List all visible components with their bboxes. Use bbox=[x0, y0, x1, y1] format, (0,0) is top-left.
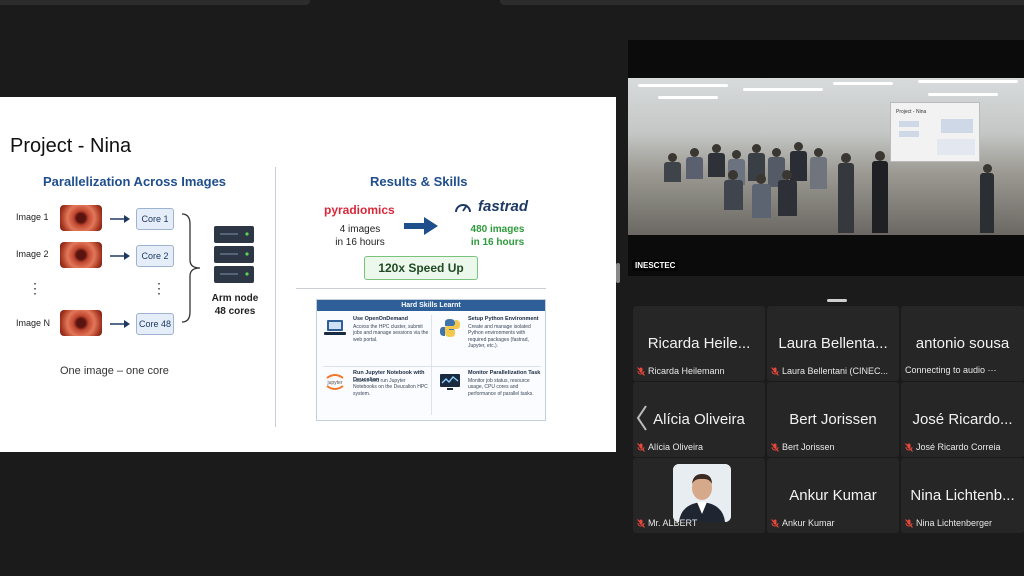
server-icon bbox=[212, 224, 256, 286]
slide-divider-horizontal bbox=[296, 288, 546, 289]
brace-connector bbox=[180, 212, 204, 324]
resize-handle[interactable] bbox=[616, 263, 620, 283]
arm-node-label: Arm node 48 cores bbox=[211, 293, 259, 317]
mic-muted-icon bbox=[637, 442, 645, 452]
participant-name: Nina Lichtenberger bbox=[916, 518, 993, 528]
room-video-tile[interactable]: Project - Nina bbox=[628, 40, 1024, 276]
participant-tile[interactable]: Mr. ALBERT bbox=[633, 458, 765, 533]
arrow-right-icon bbox=[110, 251, 130, 261]
skill-monitor-parallelization: Monitor Parallelization Task Monitor job… bbox=[432, 366, 547, 420]
participant-tile[interactable]: José Ricardo... José Ricardo Correia bbox=[901, 382, 1024, 457]
participant-name: Bert Jorissen bbox=[782, 442, 835, 452]
arrow-right-icon bbox=[110, 319, 130, 329]
speedup-badge: 120x Speed Up bbox=[364, 256, 478, 280]
endoscopy-thumbnail bbox=[60, 310, 102, 336]
big-arrow-right-icon bbox=[404, 216, 438, 236]
participant-photo bbox=[673, 464, 731, 522]
top-toolbar-right bbox=[500, 0, 1024, 5]
room-camera-feed: Project - Nina bbox=[628, 78, 1024, 235]
pyradiomics-result: 4 images in 16 hours bbox=[335, 224, 385, 248]
mic-muted-icon bbox=[905, 518, 913, 528]
participant-name: Mr. ALBERT bbox=[648, 518, 698, 528]
core-box: Core 2 bbox=[136, 245, 174, 267]
arrow-right-icon bbox=[110, 214, 130, 224]
python-logo-icon bbox=[439, 318, 461, 338]
participant-grid: Ricarda Heile... Ricarda Heilemann Laura… bbox=[633, 306, 1024, 534]
one-image-one-core-caption: One image – one core bbox=[60, 365, 169, 377]
participant-tile[interactable]: Alícia Oliveira Alícia Oliveira bbox=[633, 382, 765, 457]
slide-divider bbox=[275, 167, 276, 427]
mic-muted-icon bbox=[771, 442, 779, 452]
skill-openondemand: Use OpenOnDemand Access the HPC cluster,… bbox=[317, 312, 432, 366]
mic-muted-icon bbox=[905, 442, 913, 452]
chevron-left-icon[interactable] bbox=[635, 404, 649, 432]
right-heading: Results & Skills bbox=[370, 174, 468, 189]
participant-tile[interactable]: Bert Jorissen Bert Jorissen bbox=[767, 382, 899, 457]
core-box: Core 1 bbox=[136, 208, 174, 230]
mic-muted-icon bbox=[637, 366, 645, 376]
jupyter-logo-icon: jupyter bbox=[324, 372, 346, 392]
hard-skills-heading: Hard Skills Learnt bbox=[317, 300, 545, 311]
participant-name: Laura Bellentani (CINEC... bbox=[782, 366, 889, 376]
projected-slide: Project - Nina bbox=[890, 102, 980, 162]
mic-muted-icon bbox=[771, 518, 779, 528]
participant-status: Connecting to audio ⋯ bbox=[905, 365, 997, 375]
participant-tile[interactable]: Ankur Kumar Ankur Kumar bbox=[767, 458, 899, 533]
endoscopy-thumbnail bbox=[60, 242, 102, 268]
shared-screen-slide: Project - Nina Parallelization Across Im… bbox=[0, 97, 616, 452]
participant-tile[interactable]: Nina Lichtenb... Nina Lichtenberger bbox=[901, 458, 1024, 533]
participant-name: Ankur Kumar bbox=[782, 518, 835, 528]
speedometer-icon bbox=[454, 199, 472, 215]
image-label: Image N bbox=[16, 318, 51, 328]
fastrad-label: fastrad bbox=[478, 198, 529, 215]
participant-name: José Ricardo Correia bbox=[916, 442, 1001, 452]
video-tile-label: INESCTEC bbox=[632, 260, 679, 271]
top-toolbar-left bbox=[0, 0, 310, 5]
mic-muted-icon bbox=[771, 366, 779, 376]
fastrad-result: 480 images in 16 hours bbox=[470, 224, 525, 248]
participant-name: Ricarda Heilemann bbox=[648, 366, 725, 376]
left-heading: Parallelization Across Images bbox=[43, 174, 227, 189]
slide-title: Project - Nina bbox=[10, 135, 132, 157]
vertical-ellipsis: ⋮ bbox=[28, 280, 42, 296]
image-label: Image 1 bbox=[16, 212, 49, 222]
svg-text:jupyter: jupyter bbox=[326, 380, 342, 386]
endoscopy-thumbnail bbox=[60, 205, 102, 231]
skill-jupyter-deucalion: jupyter Run Jupyter Notebook with Deucal… bbox=[317, 366, 432, 420]
monitor-chart-icon bbox=[439, 372, 461, 392]
participant-tile[interactable]: Ricarda Heile... Ricarda Heilemann bbox=[633, 306, 765, 381]
image-label: Image 2 bbox=[16, 249, 49, 259]
panel-drag-handle[interactable] bbox=[827, 299, 847, 302]
mic-muted-icon bbox=[637, 518, 645, 528]
hard-skills-panel: Hard Skills Learnt Use OpenOnDemand Acce… bbox=[316, 299, 546, 421]
core-box: Core 48 bbox=[136, 313, 174, 335]
participant-name: Alícia Oliveira bbox=[648, 442, 704, 452]
vertical-ellipsis: ⋮ bbox=[152, 280, 166, 296]
pyradiomics-label: pyradiomics bbox=[324, 203, 395, 217]
participant-tile[interactable]: antonio sousa Connecting to audio ⋯ bbox=[901, 306, 1024, 381]
skill-python-environment: Setup Python Environment Create and mana… bbox=[432, 312, 547, 366]
participant-tile[interactable]: Laura Bellenta... Laura Bellentani (CINE… bbox=[767, 306, 899, 381]
laptop-icon bbox=[324, 318, 346, 338]
